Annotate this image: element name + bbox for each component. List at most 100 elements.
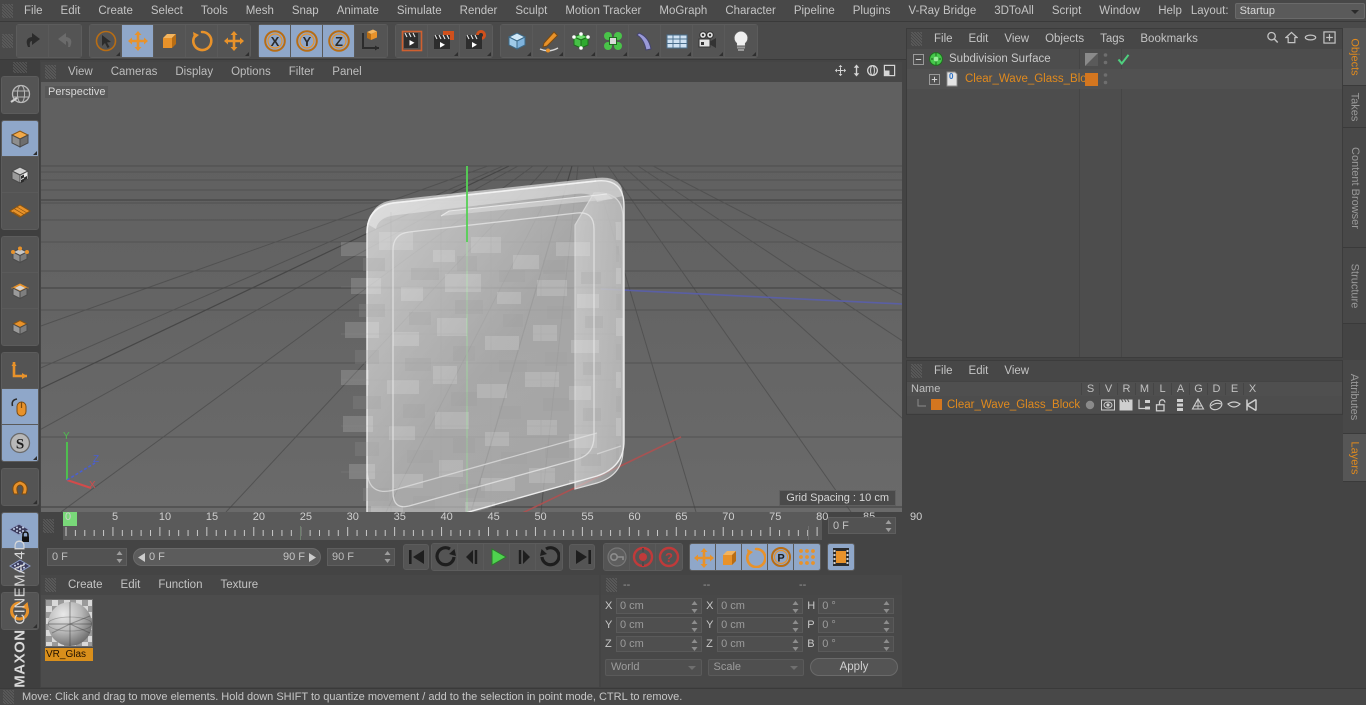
coord-field-position-x[interactable]: 0 cm — [616, 598, 703, 614]
undo-button[interactable] — [17, 24, 49, 57]
menu-item-sculpt[interactable]: Sculpt — [506, 0, 556, 22]
menu-item-create[interactable]: Create — [89, 0, 142, 22]
layer-column-s[interactable]: S — [1081, 383, 1099, 395]
object-row[interactable]: 0 Clear_Wave_Glass_Block — [907, 69, 1342, 89]
dropdown-corner-icon[interactable] — [116, 51, 120, 56]
coord-field-size-x[interactable]: 0 cm — [717, 598, 804, 614]
layer-toggle[interactable] — [1153, 398, 1171, 412]
object-menu-file[interactable]: File — [926, 29, 961, 49]
viewport-solo-button[interactable] — [2, 193, 38, 229]
undo-view-button[interactable] — [2, 77, 38, 113]
record-pla-button[interactable]: P — [768, 544, 794, 570]
dropdown-corner-icon[interactable] — [559, 51, 563, 56]
layer-manager-grip[interactable] — [911, 364, 922, 378]
go-to-start-button[interactable] — [403, 544, 429, 570]
expressions-icon[interactable] — [1225, 398, 1243, 412]
timeline-grip[interactable] — [43, 519, 54, 533]
layer-toggle[interactable] — [1171, 398, 1189, 412]
maximize-icon[interactable] — [883, 64, 896, 80]
magnet-tool-button[interactable] — [2, 469, 38, 505]
animation-icon[interactable] — [1171, 398, 1189, 412]
frame-field[interactable]: 0 F — [47, 548, 127, 566]
record-active-objects-button[interactable] — [604, 544, 630, 570]
go-to-end-button[interactable] — [569, 544, 595, 570]
add-scene-object-button[interactable] — [661, 24, 693, 57]
layer-column-r[interactable]: R — [1117, 383, 1135, 395]
layout-select[interactable]: Startup — [1234, 2, 1365, 19]
add-deformer-button[interactable] — [629, 24, 661, 57]
viewport-menu-cameras[interactable]: Cameras — [102, 62, 167, 82]
menu-item-render[interactable]: Render — [451, 0, 507, 22]
layer-column-a[interactable]: A — [1171, 383, 1189, 395]
object-tree[interactable]: Subdivision Surface 0 Clear_Wave_Glass_Blo… — [907, 49, 1342, 357]
home-icon[interactable] — [1284, 31, 1299, 47]
layer-column-name[interactable]: Name — [907, 383, 1081, 395]
next-keyframe-button[interactable] — [536, 544, 562, 570]
visibility-dots-icon[interactable] — [1103, 52, 1108, 66]
render-settings-button[interactable] — [460, 24, 492, 57]
eye-icon[interactable] — [1099, 398, 1117, 412]
layer-row[interactable]: Clear_Wave_Glass_Block — [907, 396, 1342, 413]
add-camera-button[interactable] — [693, 24, 725, 57]
coord-field-position-y[interactable]: 0 cm — [616, 617, 703, 633]
manager-icon[interactable] — [1135, 398, 1153, 412]
menu-item-v-ray-bridge[interactable]: V-Ray Bridge — [899, 0, 985, 22]
spinner-icon[interactable] — [885, 520, 892, 532]
menu-item-window[interactable]: Window — [1090, 0, 1149, 22]
spinner-icon[interactable] — [691, 620, 698, 632]
dropdown-corner-icon[interactable] — [454, 51, 458, 56]
material-item[interactable]: VR_Glas — [45, 599, 93, 661]
menu-item-mograph[interactable]: MoGraph — [650, 0, 716, 22]
max-frame-field[interactable]: 90 F — [327, 548, 395, 566]
coord-field-size-y[interactable]: 0 cm — [717, 617, 804, 633]
range-right-arrow-icon[interactable] — [308, 552, 316, 562]
lock-z-axis-button[interactable]: Z — [323, 24, 355, 57]
search-icon[interactable] — [1266, 31, 1279, 47]
dropdown-corner-icon[interactable] — [719, 51, 723, 56]
layer-toggle[interactable] — [1117, 398, 1135, 412]
coord-field-rotation-b[interactable]: 0 ° — [818, 636, 895, 652]
object-menu-edit[interactable]: Edit — [961, 29, 997, 49]
dolly-icon[interactable] — [851, 64, 862, 80]
redo-button[interactable] — [49, 24, 81, 57]
add-cube-button[interactable] — [501, 24, 533, 57]
material-menu-create[interactable]: Create — [59, 575, 112, 595]
add-generator-button[interactable] — [565, 24, 597, 57]
layer-menu-view[interactable]: View — [996, 361, 1037, 381]
layer-toggle[interactable] — [1135, 398, 1153, 412]
coordinate-system-select[interactable]: World — [605, 658, 702, 676]
coord-field-rotation-p[interactable]: 0 ° — [818, 617, 895, 633]
edges-mode-button[interactable] — [2, 273, 38, 309]
render-clapper-icon[interactable] — [1117, 398, 1135, 412]
ellipse-icon[interactable] — [1304, 31, 1317, 47]
spinner-icon[interactable] — [883, 601, 890, 613]
dynamic-place-tool[interactable] — [218, 24, 250, 57]
preview-range-slider[interactable]: 0 F 90 F — [133, 548, 321, 566]
viewport-menu-view[interactable]: View — [59, 62, 102, 82]
object-menu-bookmarks[interactable]: Bookmarks — [1132, 29, 1206, 49]
auto-keyframing-button[interactable] — [828, 544, 854, 570]
dropdown-corner-icon[interactable] — [527, 51, 531, 56]
dropdown-corner-icon[interactable] — [655, 51, 659, 56]
menu-item-plugins[interactable]: Plugins — [844, 0, 900, 22]
edge-tab-structure[interactable]: Structure — [1343, 248, 1366, 324]
add-spline-button[interactable] — [533, 24, 565, 57]
display-tag-icon[interactable] — [1085, 52, 1098, 66]
viewport-menu-options[interactable]: Options — [222, 62, 280, 82]
menu-item-snap[interactable]: Snap — [283, 0, 328, 22]
left-toolbar-grip[interactable] — [13, 62, 27, 73]
enable-axis-modification-button[interactable] — [2, 353, 38, 389]
object-menu-objects[interactable]: Objects — [1037, 29, 1092, 49]
material-menu-function[interactable]: Function — [149, 575, 211, 595]
coord-field-position-z[interactable]: 0 cm — [616, 636, 703, 652]
dropdown-corner-icon[interactable] — [687, 51, 691, 56]
coordinate-mode-select[interactable]: Scale — [707, 658, 804, 676]
spinner-icon[interactable] — [883, 620, 890, 632]
menu-item-tools[interactable]: Tools — [192, 0, 237, 22]
polygons-mode-button[interactable] — [2, 309, 38, 345]
spinner-icon[interactable] — [116, 551, 123, 563]
record-parameter-button[interactable] — [794, 544, 820, 570]
menu-item-motion-tracker[interactable]: Motion Tracker — [556, 0, 650, 22]
viewport-grip[interactable] — [45, 65, 56, 79]
dropdown-corner-icon[interactable] — [245, 51, 249, 56]
